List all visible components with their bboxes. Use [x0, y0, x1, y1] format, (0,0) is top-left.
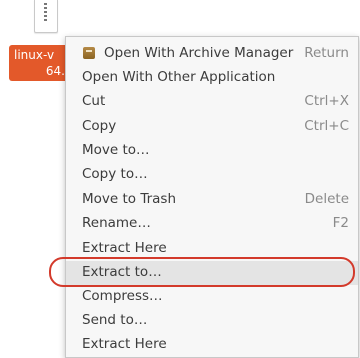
menu-item-move-to-trash[interactable]: Move to Trash Delete	[66, 188, 358, 212]
zipper-icon	[44, 3, 47, 23]
menu-item-copy-to[interactable]: Copy to…	[66, 163, 358, 187]
file-name-line1: linux-v	[14, 48, 55, 62]
file-name-line2: 64.	[45, 64, 65, 78]
menu-item-label: Copy to…	[82, 166, 148, 182]
menu-item-label: Open With Archive Manager	[104, 45, 294, 61]
menu-item-rename[interactable]: Rename… F2	[66, 212, 358, 236]
menu-item-cut[interactable]: Cut Ctrl+X	[66, 90, 358, 114]
menu-item-label: Cut	[82, 93, 106, 109]
menu-item-shortcut: Ctrl+X	[304, 93, 349, 109]
menu-item-label: Copy	[82, 118, 117, 134]
menu-item-label: Extract Here	[82, 240, 167, 256]
menu-item-label: Compress…	[82, 288, 163, 304]
menu-item-open-with-other-application[interactable]: Open With Other Application	[66, 66, 358, 90]
archive-manager-icon	[83, 47, 95, 59]
selected-file-label[interactable]: linux-v 64.	[9, 45, 69, 81]
menu-item-label: Extract Here	[82, 336, 167, 352]
context-menu: Open With Archive Manager Return Open Wi…	[65, 36, 359, 358]
menu-item-label: Extract to…	[82, 264, 162, 280]
menu-item-extract-here-2[interactable]: Extract Here	[66, 333, 358, 357]
menu-item-copy[interactable]: Copy Ctrl+C	[66, 115, 358, 139]
menu-item-shortcut: Delete	[304, 191, 349, 207]
menu-item-label: Send to…	[82, 312, 148, 328]
menu-item-open-with-archive-manager[interactable]: Open With Archive Manager Return	[66, 42, 358, 66]
menu-item-send-to[interactable]: Send to…	[66, 309, 358, 333]
menu-item-label: Rename…	[82, 215, 151, 231]
menu-item-move-to[interactable]: Move to…	[66, 139, 358, 163]
menu-item-label: Open With Other Application	[82, 69, 276, 85]
menu-item-shortcut: F2	[332, 215, 349, 231]
menu-item-shortcut: Ctrl+C	[304, 118, 349, 134]
menu-item-extract-here[interactable]: Extract Here	[66, 237, 358, 261]
menu-item-compress[interactable]: Compress…	[66, 285, 358, 309]
menu-item-extract-to[interactable]: Extract to…	[66, 261, 358, 285]
menu-item-label: Move to…	[82, 142, 150, 158]
menu-item-shortcut: Return	[304, 45, 349, 61]
archive-file-icon[interactable]	[34, 0, 58, 33]
menu-item-label: Move to Trash	[82, 191, 177, 207]
